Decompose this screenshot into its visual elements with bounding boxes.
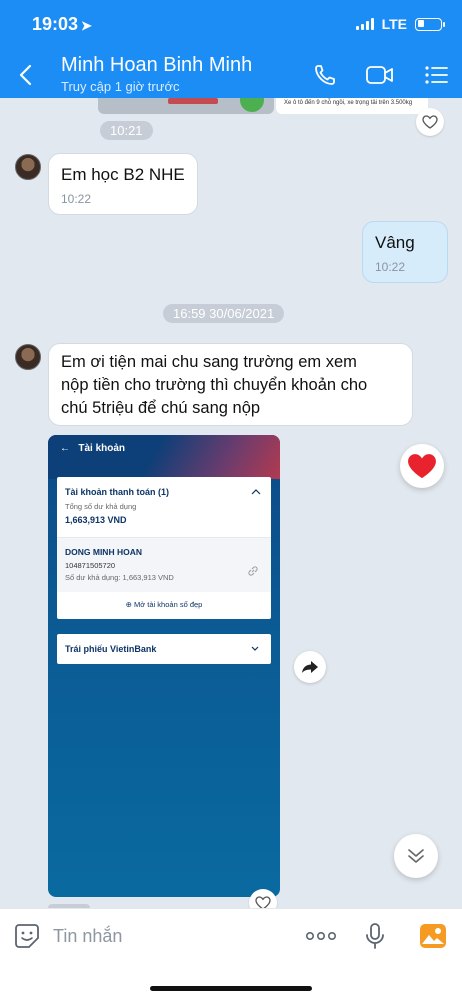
message-time: 10:22 <box>375 260 406 274</box>
chat-title[interactable]: Minh Hoan Binh Minh <box>61 54 252 77</box>
available-label: Tổng số dư khả dụng <box>65 502 137 511</box>
heart-filled-icon <box>408 454 436 479</box>
account-name: DONG MINH HOAN <box>65 547 142 557</box>
share-arrow-icon <box>302 661 318 673</box>
heart-reaction-button[interactable] <box>400 444 444 488</box>
timestamp-pill: 10:21 <box>100 121 153 140</box>
chevron-up-icon <box>251 489 261 495</box>
voice-record-button[interactable] <box>361 921 389 951</box>
screenshot-title: ← Tài khoản <box>60 443 125 454</box>
forward-button[interactable] <box>294 651 326 683</box>
open-account-link: ⊕ Mở tài khoản số đẹp <box>125 600 203 609</box>
image-gallery-icon <box>420 924 446 948</box>
account-balance: Số dư khả dụng: 1,663,913 VND <box>65 573 174 582</box>
bonds-card: Trái phiếu VietinBank <box>57 634 271 664</box>
previous-photo-caption: Xe ô tô đến 9 chỗ ngồi, xe trọng tải trê… <box>276 98 428 114</box>
message-text: Em học B2 NHE <box>61 165 185 184</box>
message-bubble[interactable]: Em học B2 NHE 10:22 <box>48 153 198 215</box>
chat-area[interactable]: Xe ô tô đến 9 chỗ ngồi, xe trọng tải trê… <box>0 98 462 908</box>
last-seen-status: Truy cập 1 giờ trước <box>61 79 180 94</box>
avatar[interactable] <box>15 154 41 180</box>
signal-icon <box>355 18 374 30</box>
location-arrow-icon: ➤ <box>81 18 92 33</box>
message-line: chú 5triệu để chú sang nộp <box>61 399 261 417</box>
list-menu-icon <box>425 66 448 84</box>
message-input[interactable]: Tin nhắn <box>53 926 122 947</box>
chevron-down-icon <box>251 646 259 651</box>
screenshot-header <box>48 435 280 479</box>
link-icon <box>248 566 258 576</box>
payment-account-card: Tài khoản thanh toán (1) Tổng số dư khả … <box>57 477 271 619</box>
account-number: 104871505720 <box>65 561 116 570</box>
options-menu-button[interactable] <box>420 60 452 90</box>
bonds-label: Trái phiếu VietinBank <box>65 644 157 654</box>
previous-photo-thumbnail[interactable] <box>98 98 274 114</box>
ellipsis-icon <box>305 931 336 941</box>
sticker-button[interactable] <box>12 921 42 951</box>
microphone-icon <box>366 923 384 949</box>
date-separator: 16:59 30/06/2021 <box>163 304 285 323</box>
available-value: 1,663,913 VND <box>65 515 127 525</box>
back-button[interactable] <box>10 58 40 92</box>
video-call-button[interactable] <box>364 60 396 90</box>
message-line: Em ơi tiện mai chu sang trường em xem <box>61 353 357 371</box>
payment-account-header: Tài khoản thanh toán (1) <box>65 487 170 497</box>
battery-icon <box>415 17 445 31</box>
react-button[interactable] <box>416 108 444 136</box>
status-indicators: LTE <box>355 16 445 32</box>
chevron-left-icon <box>19 64 32 86</box>
message-line: nộp tiền cho trường thì chuyển khoản cho <box>61 376 368 394</box>
message-bubble[interactable]: Em ơi tiện mai chu sang trường em xem nộ… <box>48 343 413 426</box>
double-chevron-down-icon <box>408 849 424 863</box>
my-message-bubble[interactable]: Vâng 10:22 <box>362 221 448 283</box>
heart-outline-icon <box>255 896 271 908</box>
status-clock: 19:03 <box>32 14 79 34</box>
phone-icon <box>315 65 335 85</box>
smiley-sticker-icon <box>15 924 39 948</box>
voice-call-button[interactable] <box>309 60 341 90</box>
network-label: LTE <box>381 16 407 32</box>
gallery-button[interactable] <box>418 921 448 951</box>
more-options-button[interactable] <box>305 921 337 951</box>
top-bar: 19:03 ➤ LTE Minh Hoan Binh Minh Truy cập … <box>0 0 462 98</box>
home-indicator <box>150 986 312 991</box>
back-arrow-icon: ← <box>60 443 70 454</box>
message-time: 10:22 <box>61 192 92 206</box>
video-camera-icon <box>366 66 393 84</box>
screen-title-text: Tài khoản <box>78 443 126 454</box>
scroll-to-bottom-button[interactable] <box>394 834 438 878</box>
image-message-bank-screenshot[interactable]: ← Tài khoản Tài khoản thanh toán (1) Tổn… <box>48 435 280 897</box>
message-text: Vâng <box>375 233 415 252</box>
status-time: 19:03 ➤ <box>32 14 92 35</box>
heart-outline-icon <box>422 115 438 129</box>
avatar[interactable] <box>15 344 41 370</box>
plus-circle-icon: ⊕ <box>125 600 132 609</box>
